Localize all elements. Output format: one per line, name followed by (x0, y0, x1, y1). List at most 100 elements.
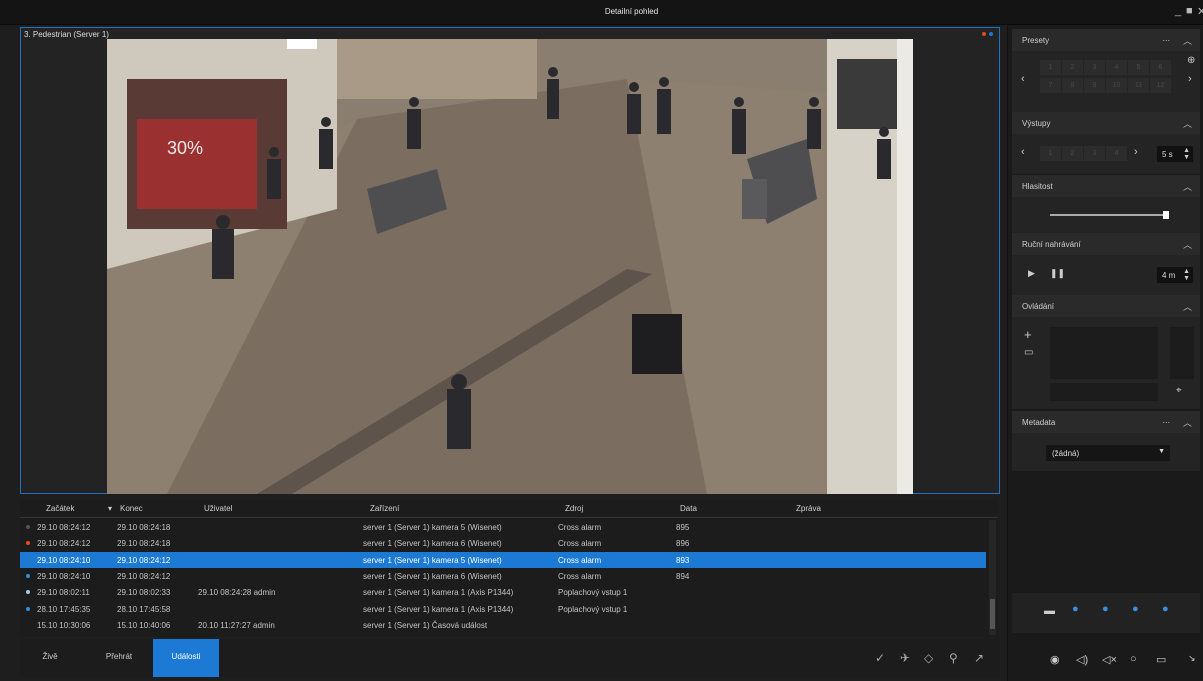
table-row[interactable]: 29.10 08:24:10 29.10 08:24:12 server 1 (Se… (20, 568, 986, 584)
metadata-header[interactable]: Metadata ... ︿ (1012, 411, 1200, 433)
prev-icon[interactable]: ‹ (1021, 146, 1025, 158)
control-header[interactable]: Ovládání ︿ (1012, 295, 1200, 317)
table-row[interactable]: 29.10 08:02:11 29.10 08:02:33 29.10 08:24:… (20, 584, 986, 600)
table-row[interactable]: 15.10 10:30:06 15.10 10:40:06 20.10 11:27:… (20, 617, 986, 633)
collapse-icon[interactable]: ︿ (1183, 416, 1192, 429)
volume-slider-thumb[interactable] (1163, 211, 1169, 219)
chat-icon[interactable]: ○ (1130, 653, 1137, 665)
volume-header[interactable]: Hlasitost ︿ (1012, 175, 1200, 197)
zoom-in-icon[interactable]: + (1024, 327, 1032, 342)
center-icon[interactable]: ⌖ (1176, 385, 1182, 396)
cell-data: 896 (676, 539, 690, 549)
preset-button[interactable]: 5 (1128, 60, 1149, 75)
collapse-icon[interactable]: ︿ (1183, 238, 1192, 251)
next-icon[interactable]: › (1188, 73, 1192, 85)
cell-device: server 1 (Server 1) kamera 5 (Wisenet) (363, 523, 502, 532)
search-icon[interactable]: ⚲ (949, 651, 958, 665)
output-interval-spinner[interactable]: 5 s ▲ ▼ (1157, 146, 1193, 162)
record-icon[interactable]: ◉ (1050, 653, 1060, 666)
collapse-icon[interactable]: ︿ (1183, 300, 1192, 313)
audio-tools: ◉ ◁) ◁× ○ ▭ ↘ (1012, 639, 1200, 679)
monitor-add-icon[interactable]: ● (1072, 603, 1079, 615)
outputs-header[interactable]: Výstupy ︿ (1012, 112, 1200, 134)
output-button[interactable]: 2 (1062, 146, 1083, 161)
spinner-arrows-icon[interactable]: ▲ ▼ (1183, 147, 1190, 161)
tab-live[interactable]: Živě (20, 639, 80, 677)
pause-icon[interactable]: ❚❚ (1050, 268, 1065, 279)
output-button[interactable]: 3 (1084, 146, 1105, 161)
table-row[interactable]: 28.10 17:45:35 28.10 17:45:58 server 1 (Se… (20, 601, 986, 617)
preset-button[interactable]: 12 (1150, 78, 1171, 93)
column-start[interactable]: Začátek (46, 504, 74, 513)
collapse-icon[interactable]: ︿ (1183, 34, 1192, 47)
preset-button[interactable]: 3 (1084, 60, 1105, 75)
presets-more-button[interactable]: ... (1162, 33, 1170, 43)
add-preset-icon[interactable]: ⊕ (1187, 55, 1195, 66)
table-row[interactable]: 29.10 08:24:10 29.10 08:24:12 server 1 (Se… (20, 551, 986, 568)
eraser-icon[interactable]: ◇ (924, 651, 933, 665)
presets-header[interactable]: Presety ... ︿ (1012, 29, 1200, 51)
popout-icon[interactable]: ↗ (974, 651, 984, 665)
recording-dot-icon (982, 32, 986, 36)
minimize-icon[interactable]: _ (1175, 5, 1181, 17)
maximize-icon[interactable]: ■ (1186, 5, 1193, 17)
ptz-focus-area[interactable] (1050, 383, 1158, 401)
preset-button[interactable]: 6 (1150, 60, 1171, 75)
column-user[interactable]: Uživatel (204, 504, 232, 513)
play-icon[interactable]: ▶ (1028, 268, 1035, 279)
street-scene-image: 30% (107, 39, 913, 494)
column-data[interactable]: Data (680, 504, 697, 513)
preset-button[interactable]: 2 (1062, 60, 1083, 75)
ptz-zoom-area[interactable] (1170, 327, 1194, 379)
scrollbar-thumb[interactable] (990, 599, 995, 629)
preset-button[interactable]: 8 (1062, 78, 1083, 93)
prev-icon[interactable]: ‹ (1021, 73, 1025, 85)
fullscreen-icon[interactable]: ▭ (1156, 653, 1166, 666)
manual-recording-header[interactable]: Ruční nahrávání ︿ (1012, 233, 1200, 255)
resize-icon[interactable]: ↘ (1188, 653, 1196, 664)
preset-button[interactable]: 1 (1040, 60, 1061, 75)
speaker-icon[interactable]: ◁) (1076, 653, 1088, 666)
pin-icon[interactable]: ✈ (900, 651, 910, 665)
cell-source: Poplachový vstup 1 (558, 588, 628, 598)
preset-button[interactable]: 9 (1084, 78, 1105, 93)
sort-desc-icon[interactable]: ▾ (108, 504, 112, 513)
column-device[interactable]: Zařízení (370, 504, 399, 513)
cell-start: 29.10 08:24:12 (37, 523, 91, 532)
events-table[interactable]: Začátek ▾ Konec Uživatel Zařízení Zdroj … (20, 500, 998, 637)
column-message[interactable]: Zpráva (796, 504, 821, 513)
chevron-down-icon[interactable]: ▼ (1158, 448, 1165, 455)
video-tile[interactable]: 3. Pedestrian (Server 1) 30% (20, 27, 1000, 494)
speaker-muted-icon[interactable]: ◁× (1102, 653, 1117, 666)
spinner-arrows-icon[interactable]: ▲ ▼ (1183, 268, 1190, 282)
table-row[interactable]: 29.10 08:24:12 29.10 08:24:18 server 1 (Se… (20, 535, 986, 551)
column-source[interactable]: Zdroj (565, 504, 583, 513)
collapse-icon[interactable]: ︿ (1183, 180, 1192, 193)
preset-button[interactable]: 10 (1106, 78, 1127, 93)
collapse-icon[interactable]: ︿ (1183, 117, 1192, 130)
metadata-select[interactable]: (žádná) ▼ (1046, 445, 1170, 461)
volume-slider-track[interactable] (1050, 211, 1169, 219)
monitor-switch-icon[interactable]: ● (1162, 603, 1169, 615)
output-button[interactable]: 4 (1106, 146, 1127, 161)
ptz-joystick-area[interactable] (1050, 327, 1158, 379)
preset-button[interactable]: 11 (1128, 78, 1149, 93)
metadata-more-button[interactable]: ... (1162, 415, 1170, 425)
column-end[interactable]: Konec (120, 504, 143, 513)
preset-button[interactable]: 7 (1040, 78, 1061, 93)
monitor-remove-icon[interactable]: ● (1132, 603, 1139, 615)
output-button[interactable]: 1 (1040, 146, 1061, 161)
frame-icon[interactable]: ▭ (1024, 347, 1033, 358)
recording-duration-spinner[interactable]: 4 m ▲ ▼ (1157, 267, 1193, 283)
check-icon[interactable]: ✓ (875, 651, 885, 665)
close-icon[interactable]: ✕ (1197, 5, 1203, 18)
preset-button[interactable]: 4 (1106, 60, 1127, 75)
camera-video[interactable]: 30% (107, 39, 913, 494)
monitor-icon[interactable]: ▬ (1044, 605, 1055, 617)
table-scrollbar[interactable] (989, 520, 996, 635)
tab-events[interactable]: Události (153, 639, 219, 677)
table-row[interactable]: 29.10 08:24:12 29.10 08:24:18 server 1 (Se… (20, 519, 986, 535)
monitor-download-icon[interactable]: ● (1102, 603, 1109, 615)
next-icon[interactable]: › (1134, 146, 1138, 158)
tab-playback[interactable]: Přehrát (86, 639, 152, 677)
